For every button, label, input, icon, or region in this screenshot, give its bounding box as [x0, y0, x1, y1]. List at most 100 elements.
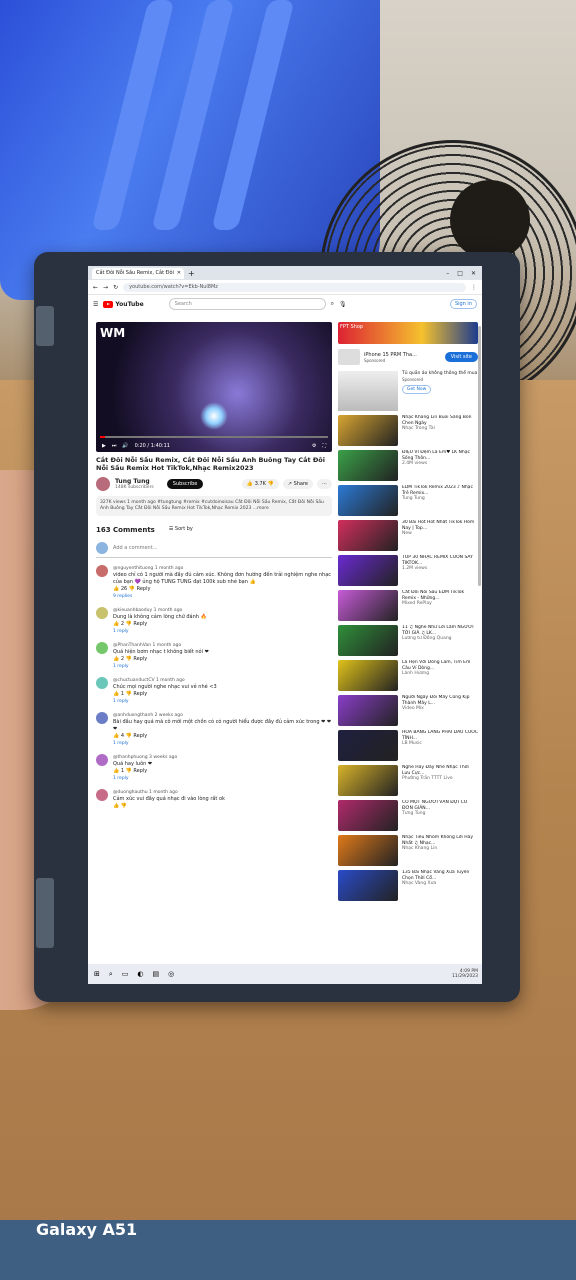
related-video-title[interactable]: HOA BẰNG LĂNG PHÁI DẦU CUỐC TÌNH...	[402, 730, 478, 741]
video-thumbnail[interactable]	[338, 660, 398, 691]
related-video[interactable]: ĐIỆU VI Đệm Lá Em♥ LK Nhạc Sống Thôn... 2…	[338, 450, 478, 481]
edge-icon[interactable]: ◐	[137, 970, 143, 978]
video-thumbnail[interactable]	[338, 870, 398, 901]
video-thumbnail[interactable]	[338, 800, 398, 831]
back-icon[interactable]: ←	[93, 284, 98, 291]
comment-author[interactable]: @thanhphuong 3 weeks ago	[113, 754, 177, 761]
comment-author[interactable]: @PhanThanhVan 1 month ago	[113, 642, 209, 649]
related-video[interactable]: Nhạc Tiểu Nhóm Không Lời Hay Nhất ♫ Nhạc…	[338, 835, 478, 866]
related-video[interactable]: Người Ngày Đôi Mây Cũng Kịp Thành Mây L.…	[338, 695, 478, 726]
video-player[interactable]: WM ▶ ⏭ 🔊 0:20 / 1:40:11 ⚙ ⛶	[96, 322, 332, 452]
video-thumbnail[interactable]	[338, 730, 398, 761]
new-tab-icon[interactable]: +	[188, 269, 195, 278]
related-video-title[interactable]: Lá Hẹn Với Dòng Lam, Tim Em Câu Ví Dòng.…	[402, 660, 478, 671]
play-pause-icon[interactable]: ▶	[102, 443, 106, 449]
tab-close-icon[interactable]: ✕	[177, 270, 181, 276]
related-video-title[interactable]: Nhạc Khang Lin Buồi Sáng Bon Chen Ngày	[402, 415, 478, 426]
task-view-icon[interactable]: ▭	[122, 970, 129, 978]
related-video[interactable]: HOA BẰNG LĂNG PHÁI DẦU CUỐC TÌNH... LB Mu…	[338, 730, 478, 761]
related-video-title[interactable]: CÓ MỘT NGƯỜI VẪN ĐỢI CÓ ĐƠN GIẢN...	[402, 800, 478, 811]
comment-author[interactable]: @kieuanhbaoduy 1 month ago	[113, 607, 207, 614]
reply-button[interactable]: Reply	[133, 733, 147, 739]
visit-site-button[interactable]: Visit site	[444, 352, 478, 362]
fullscreen-icon[interactable]: ⛶	[322, 443, 326, 449]
related-video[interactable]: 11 ♫ Nghe Như Lời Lắm NGƯỜI TỚI GIÀ ♫ LK…	[338, 625, 478, 656]
hamburger-icon[interactable]: ☰	[93, 301, 98, 308]
related-video-title[interactable]: EDM TikTok Remix 2023 ♪ Nhạc Trẻ Remix..…	[402, 485, 478, 496]
related-video[interactable]: TOP 30 NHẠC REMIX CUỐN SAY TIKTOK... 1.2M…	[338, 555, 478, 586]
ad-banner[interactable]: FPT Shop	[338, 322, 478, 344]
comment-author[interactable]: @anhduongthanh 2 weeks ago	[113, 712, 332, 719]
video-thumbnail[interactable]	[338, 625, 398, 656]
video-thumbnail[interactable]	[338, 555, 398, 586]
url-field[interactable]: youtube.com/watch?v=Ekb-Nul8Mz	[123, 282, 466, 292]
related-video-title[interactable]: 135 Bài Nhạc Vàng Xưa Tuyển Chọn Thời Cổ…	[402, 870, 478, 881]
comment-author[interactable]: @chuctuanductCV 1 month ago	[113, 677, 217, 684]
replies-toggle[interactable]: 1 reply	[113, 663, 209, 670]
reply-button[interactable]: Reply	[133, 691, 147, 697]
mic-icon[interactable]: 🎙	[339, 301, 347, 308]
chrome-icon[interactable]: ◎	[168, 970, 174, 978]
maximize-button[interactable]: □	[457, 270, 463, 277]
signin-button[interactable]: Sign in	[449, 299, 477, 309]
channel-name[interactable]: Tung Tung	[115, 478, 154, 485]
related-video-title[interactable]: ĐIỆU VI Đệm Lá Em♥ LK Nhạc Sống Thôn...	[402, 450, 478, 461]
replies-toggle[interactable]: 1 reply	[113, 740, 332, 747]
related-video[interactable]: 135 Bài Nhạc Vàng Xưa Tuyển Chọn Thời Cổ…	[338, 870, 478, 901]
related-video-title[interactable]: 11 ♫ Nghe Như Lời Lắm NGƯỜI TỚI GIÀ ♫ LK…	[402, 625, 478, 636]
commenter-avatar[interactable]	[96, 754, 108, 766]
comment-author[interactable]: @duonghauthu 1 month ago	[113, 789, 225, 796]
volume-icon[interactable]: 🔊	[122, 443, 128, 449]
related-video[interactable]: EDM TikTok Remix 2023 ♪ Nhạc Trẻ Remix..…	[338, 485, 478, 516]
channel-avatar[interactable]	[96, 477, 110, 491]
commenter-avatar[interactable]	[96, 607, 108, 619]
commenter-avatar[interactable]	[96, 677, 108, 689]
next-icon[interactable]: ⏭	[112, 443, 117, 449]
comment-author[interactable]: @nguyenthituong 1 month ago	[113, 565, 332, 572]
reply-button[interactable]: Reply	[133, 621, 147, 627]
search-icon[interactable]: ⌕	[331, 300, 334, 308]
taskbar-search-icon[interactable]: ⌕	[109, 970, 113, 979]
video-thumbnail[interactable]	[338, 765, 398, 796]
related-video-title[interactable]: Cắt Đôi Nỗi Sầu EDM TikTok Remix - Những…	[402, 590, 478, 601]
replies-toggle[interactable]: 1 reply	[113, 775, 177, 782]
video-thumbnail[interactable]	[338, 450, 398, 481]
commenter-avatar[interactable]	[96, 789, 108, 801]
replies-toggle[interactable]: 1 reply	[113, 628, 207, 635]
video-thumbnail[interactable]	[338, 415, 398, 446]
like-button[interactable]: 👍 3.7K 👎	[241, 479, 279, 489]
related-video[interactable]: Nhạc Khang Lin Buồi Sáng Bon Chen Ngày Nh…	[338, 415, 478, 446]
add-comment-input[interactable]: Add a comment...	[113, 545, 157, 551]
ad-title[interactable]: iPhone 15 PRM Tha...	[364, 352, 417, 358]
related-video-title[interactable]: Nhạc Tiểu Nhóm Không Lời Hay Nhất ♫ Nhạc…	[402, 835, 478, 846]
reload-icon[interactable]: ↻	[113, 284, 118, 291]
printer-ad[interactable]: Tủ quần áo không thông thể mua Sponsored…	[338, 371, 478, 411]
settings-icon[interactable]: ⚙	[312, 443, 316, 449]
minimize-button[interactable]: –	[446, 270, 449, 277]
more-actions-icon[interactable]: ⋯	[317, 479, 332, 489]
youtube-logo[interactable]: YouTube	[103, 300, 144, 308]
reply-button[interactable]: Reply	[137, 586, 151, 592]
menu-icon[interactable]: ⋮	[471, 284, 477, 291]
reply-button[interactable]: Reply	[133, 656, 147, 662]
sort-by-button[interactable]: ☰ Sort by	[169, 526, 193, 534]
description-box[interactable]: 327K views 1 month ago #tungtung #remix …	[96, 496, 332, 516]
related-video[interactable]: Cắt Đôi Nỗi Sầu EDM TikTok Remix - Những…	[338, 590, 478, 621]
related-video-title[interactable]: 30 Bài Hot Hot Nhất TikTok Hôm Nay | Top…	[402, 520, 478, 531]
get-now-button[interactable]: Get Now	[402, 385, 432, 394]
related-video-title[interactable]: Nghe Hay Đây Nhé Nhạc Thời Lưu Cực...	[402, 765, 478, 776]
related-video-title[interactable]: TOP 30 NHẠC REMIX CUỐN SAY TIKTOK...	[402, 555, 478, 566]
commenter-avatar[interactable]	[96, 565, 108, 577]
replies-toggle[interactable]: 9 replies	[113, 593, 332, 600]
related-video[interactable]: CÓ MỘT NGƯỜI VẪN ĐỢI CÓ ĐƠN GIẢN... Tưng …	[338, 800, 478, 831]
scrollbar[interactable]	[478, 326, 481, 586]
related-video[interactable]: 30 Bài Hot Hot Nhất TikTok Hôm Nay | Top…	[338, 520, 478, 551]
commenter-avatar[interactable]	[96, 712, 108, 724]
explorer-icon[interactable]: ▤	[153, 970, 160, 978]
commenter-avatar[interactable]	[96, 642, 108, 654]
browser-tab[interactable]: Cắt Đôi Nỗi Sầu Remix, Cắt Đôi ✕	[92, 267, 184, 279]
video-thumbnail[interactable]	[338, 485, 398, 516]
reply-button[interactable]: Reply	[133, 768, 147, 774]
close-button[interactable]: ✕	[471, 270, 476, 277]
progress-bar[interactable]	[100, 436, 328, 438]
